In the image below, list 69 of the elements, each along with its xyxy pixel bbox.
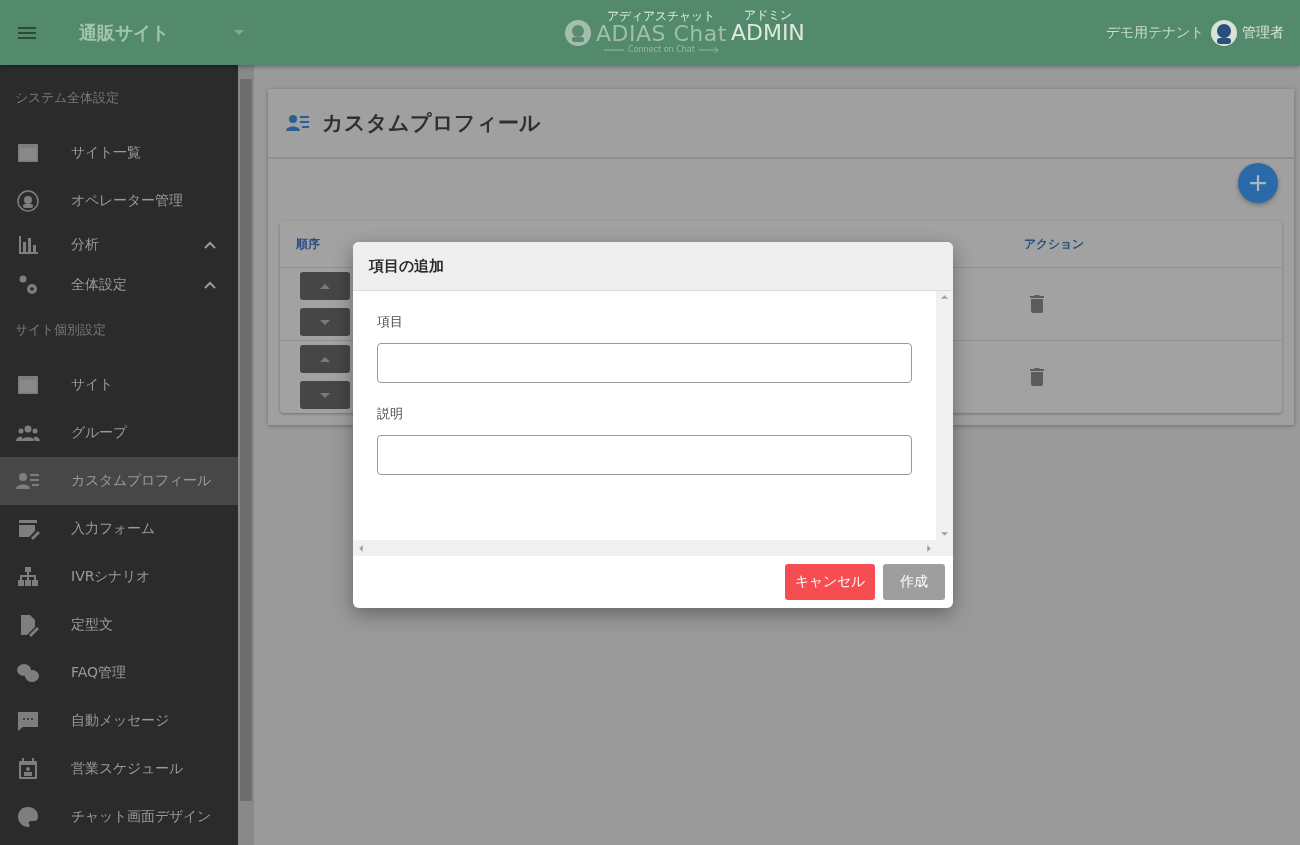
delete-icon[interactable] [1030,295,1044,313]
chevron-icon[interactable] [204,281,216,289]
section-heading: サイト個別設定 [14,321,107,339]
sidebar-item[interactable]: 営業スケジュール [0,745,238,793]
column-header: 順序 [296,235,321,253]
sidebar-item[interactable]: サイト一覧 [0,129,238,177]
sidebar-item[interactable]: 分析 [0,225,238,265]
move-up-button[interactable] [300,272,350,300]
scroll-left-icon[interactable] [359,544,363,552]
bar-chart-icon [16,233,40,257]
dialog-title: 項目の追加 [369,256,444,276]
window-icon [16,141,40,165]
headset-icon [16,189,40,213]
column-header: アクション [1024,235,1085,253]
caret-icon[interactable] [234,30,244,35]
scrollbar[interactable] [353,540,953,556]
sidebar-item[interactable]: カスタムプロフィール [0,457,238,505]
logo-icon [564,18,592,47]
scrollbar[interactable] [936,291,953,540]
create-button[interactable]: 作成 [883,564,945,600]
logo-ruby: アドミン [743,9,792,22]
sidebar-item[interactable]: FAQ管理 [0,649,238,697]
move-up-button[interactable] [300,345,350,373]
sidebar-item[interactable]: オペレーター管理 [0,177,238,225]
plus-icon [1249,174,1267,192]
message-icon [16,709,40,733]
avatar-icon[interactable] [1210,18,1238,47]
logo-text: ADIAS Chat [596,23,727,45]
hierarchy-icon [16,565,40,589]
caret-up-icon [320,356,330,362]
scroll-right-icon[interactable] [927,544,931,552]
sidebar-item[interactable]: チャット画面デザイン [0,793,238,841]
logo-tagline: Connect on Chat [628,45,695,55]
section-heading: システム全体設定 [14,89,120,107]
form-edit-icon [16,517,40,541]
sidebar-item[interactable]: 全体設定 [0,265,238,305]
cancel-button[interactable]: キャンセル [785,564,875,600]
delete-icon[interactable] [1030,368,1044,386]
chevron-icon[interactable] [204,241,216,249]
sidebar-item[interactable]: IVRシナリオ [0,553,238,601]
scroll-up-icon[interactable] [941,295,948,299]
sidebar-item[interactable]: 入力フォーム [0,505,238,553]
input-field[interactable] [377,343,912,383]
caret-down-icon [320,392,330,398]
field-label: 項目 [377,313,404,331]
window-icon [16,373,40,397]
sidebar-item[interactable]: サイト [0,361,238,409]
caret-down-icon [320,319,330,325]
scrollbar[interactable] [238,65,254,845]
chat-bubbles-icon [16,661,40,685]
move-down-button[interactable] [300,381,350,409]
tenant-name: デモ用テナント [1106,23,1204,42]
palette-icon [16,805,40,829]
caret-up-icon [320,283,330,289]
arrow-icon [698,47,719,53]
sidebar-item[interactable]: グループ [0,409,238,457]
logo-ruby: アディアスチャット [607,10,716,23]
field-label: 説明 [377,405,404,423]
input-field[interactable] [377,435,912,475]
add-button[interactable] [1238,163,1278,203]
sidebar-item[interactable]: 定型文 [0,601,238,649]
user-name[interactable]: 管理者 [1242,23,1284,42]
calendar-icon [16,757,40,781]
move-down-button[interactable] [300,308,350,336]
logo-suffix: ADMIN [730,22,805,44]
sidebar-item[interactable]: 自動メッセージ [0,697,238,745]
scroll-down-icon[interactable] [941,532,948,536]
page-title: カスタムプロフィール [322,110,541,137]
menu-icon[interactable] [18,26,36,39]
